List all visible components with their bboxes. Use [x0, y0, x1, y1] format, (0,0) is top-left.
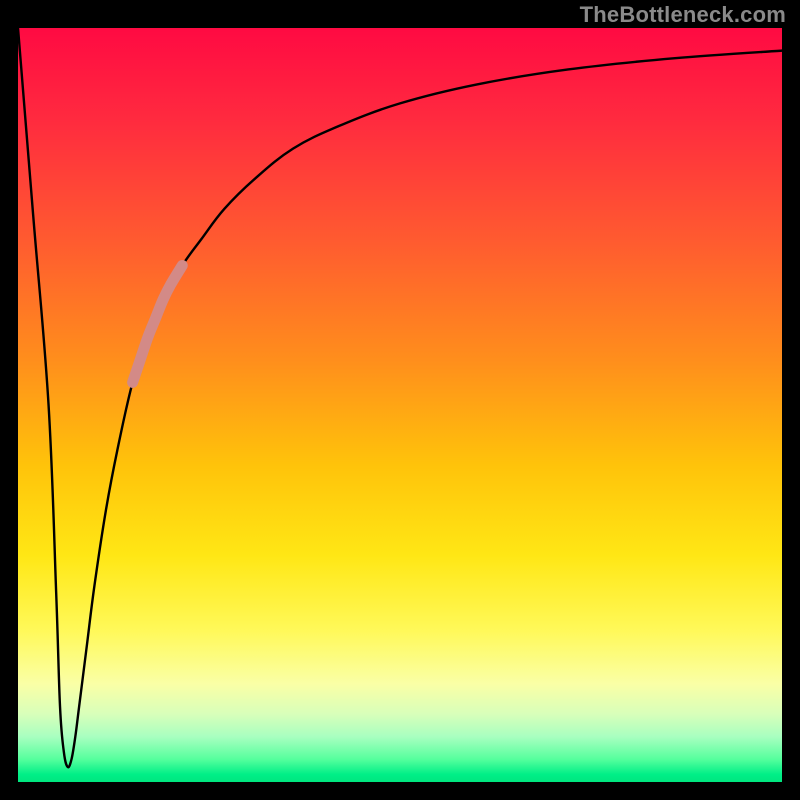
curve-layer [18, 28, 782, 782]
bottleneck-curve [18, 28, 782, 767]
chart-frame: TheBottleneck.com [0, 0, 800, 800]
highlight-segment [133, 266, 183, 383]
watermark-text: TheBottleneck.com [580, 2, 786, 28]
plot-area [18, 28, 782, 782]
